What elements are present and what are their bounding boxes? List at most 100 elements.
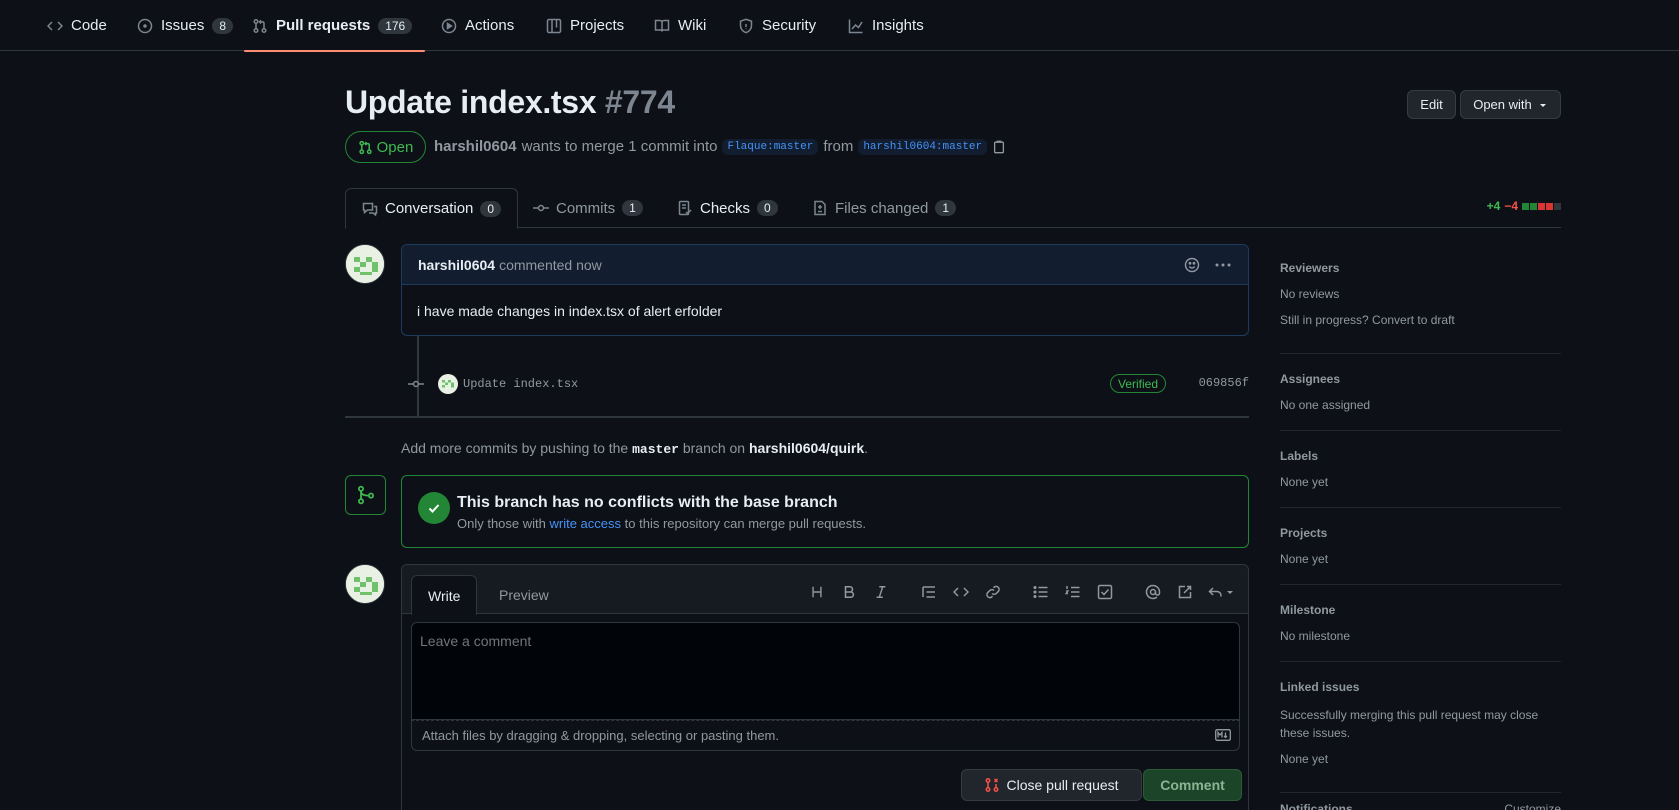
state-label: Open: [376, 138, 414, 156]
head-branch[interactable]: harshil0604:master: [858, 138, 988, 155]
sidebar-milestone: Milestone No milestone: [1280, 600, 1561, 662]
nav-wiki-label: Wiki: [678, 17, 707, 34]
cross-reference-icon[interactable]: [1174, 581, 1196, 603]
merge-text: wants to merge 1 commit into: [521, 138, 718, 155]
play-icon: [441, 18, 457, 34]
commit-avatar[interactable]: [438, 374, 458, 394]
commit-sha[interactable]: 069856f: [1199, 376, 1249, 390]
comment-button[interactable]: Comment: [1143, 769, 1242, 801]
base-branch[interactable]: Flaque:master: [722, 138, 819, 155]
repo-nav: Code Issues 8 Pull requests 176 Actions …: [0, 0, 1679, 52]
page-title: Update index.tsx #774: [345, 84, 675, 121]
sidebar-projects: Projects None yet: [1280, 523, 1561, 585]
tab-commits-count: 1: [622, 200, 643, 216]
projects-title[interactable]: Projects: [1280, 526, 1327, 540]
bold-icon[interactable]: [838, 581, 860, 603]
avatar[interactable]: [345, 564, 385, 604]
mention-icon[interactable]: [1142, 581, 1164, 603]
customize-link[interactable]: Customize: [1504, 802, 1561, 810]
file-diff-icon: [812, 200, 828, 216]
comment-textarea[interactable]: [411, 622, 1240, 720]
diffstat-added: +4: [1486, 199, 1501, 213]
nav-insights[interactable]: Insights: [840, 0, 932, 51]
checklist-icon: [677, 200, 693, 216]
labels-value: None yet: [1280, 475, 1329, 489]
merge-subtitle: Only those with write access to this rep…: [457, 516, 866, 531]
from-text: from: [823, 138, 854, 155]
assignees-value: No one assigned: [1280, 398, 1371, 412]
unordered-list-icon[interactable]: [1030, 581, 1052, 603]
link-icon[interactable]: [982, 581, 1004, 603]
comment-body: i have made changes in index.tsx of aler…: [417, 303, 723, 319]
assignees-title[interactable]: Assignees: [1280, 372, 1340, 386]
kebab-horizontal-icon[interactable]: [1214, 257, 1232, 273]
italic-icon[interactable]: [870, 581, 892, 603]
timeline-divider: [345, 416, 1249, 418]
attach-files-bar[interactable]: Attach files by dragging & dropping, sel…: [411, 720, 1240, 751]
merge-status-box: This branch has no conflicts with the ba…: [401, 475, 1249, 548]
diffstat-bar: [1522, 202, 1561, 210]
hint-repo-link[interactable]: harshil0604/quirk: [749, 440, 864, 456]
projects-value: None yet: [1280, 552, 1329, 566]
comment-header: harshil0604 commented now: [402, 245, 1248, 285]
tasklist-icon[interactable]: [1094, 581, 1116, 603]
commit-row: Update index.tsx Verified 069856f: [408, 372, 1249, 396]
smiley-icon[interactable]: [1184, 257, 1200, 273]
merge-title: This branch has no conflicts with the ba…: [457, 494, 838, 511]
convert-to-draft-link[interactable]: Still in progress? Convert to draft: [1280, 313, 1455, 327]
merge-sub-suffix: to this repository can merge pull reques…: [624, 516, 866, 531]
tab-conversation-label: Conversation: [385, 200, 474, 217]
table-icon: [546, 18, 562, 34]
ordered-list-icon[interactable]: [1062, 581, 1084, 603]
git-pull-request-icon: [252, 18, 268, 34]
heading-icon[interactable]: [806, 581, 828, 603]
edit-button[interactable]: Edit: [1407, 90, 1456, 119]
shield-icon: [738, 18, 754, 34]
code-icon[interactable]: [950, 581, 972, 603]
linked-issues-title[interactable]: Linked issues: [1280, 680, 1359, 694]
linked-issues-value: None yet: [1280, 752, 1329, 766]
nav-code[interactable]: Code: [39, 0, 115, 51]
copy-icon[interactable]: [992, 140, 1006, 154]
book-icon: [654, 18, 670, 34]
nav-issues[interactable]: Issues 8: [129, 0, 241, 51]
pull-requests-counter: 176: [378, 17, 413, 34]
pr-number: #774: [604, 84, 675, 120]
editor-tabs: Write Preview: [402, 565, 1248, 615]
markdown-icon[interactable]: [1215, 729, 1231, 741]
sidebar-notifications: Notifications Customize: [1280, 802, 1561, 810]
tab-commits[interactable]: Commits 1: [517, 188, 659, 228]
milestone-title[interactable]: Milestone: [1280, 603, 1335, 617]
write-access-link[interactable]: write access: [550, 516, 622, 531]
commit-message[interactable]: Update index.tsx: [463, 377, 578, 391]
hint-branch: master: [632, 442, 679, 457]
nav-security[interactable]: Security: [730, 0, 824, 51]
open-with-button[interactable]: Open with: [1460, 90, 1561, 119]
comment-timestamp: commented now: [499, 256, 602, 273]
reviewers-title[interactable]: Reviewers: [1280, 261, 1339, 275]
verified-badge[interactable]: Verified: [1110, 374, 1167, 393]
nav-wiki[interactable]: Wiki: [646, 0, 714, 51]
nav-pull-requests[interactable]: Pull requests 176: [244, 0, 425, 52]
tab-write[interactable]: Write: [411, 575, 478, 615]
comment-discussion-icon: [362, 201, 378, 217]
quote-icon[interactable]: [918, 581, 940, 603]
git-pull-request-closed-icon: [984, 777, 1000, 793]
author-link[interactable]: harshil0604: [434, 138, 517, 155]
labels-title[interactable]: Labels: [1280, 449, 1318, 463]
tab-preview[interactable]: Preview: [483, 575, 565, 615]
close-pull-request-button[interactable]: Close pull request: [961, 769, 1142, 801]
diffstat-removed: −4: [1504, 199, 1518, 213]
avatar[interactable]: [345, 244, 385, 284]
git-merge-icon: [345, 475, 386, 515]
tab-checks[interactable]: Checks 0: [661, 188, 794, 228]
comment-author[interactable]: harshil0604: [418, 257, 495, 273]
nav-projects[interactable]: Projects: [538, 0, 632, 51]
nav-actions-label: Actions: [465, 17, 515, 34]
tab-conversation[interactable]: Conversation 0: [345, 188, 519, 229]
pr-tabs: Conversation 0 Commits 1 Checks 0 Files …: [345, 188, 1561, 229]
reply-icon[interactable]: [1206, 581, 1236, 603]
nav-actions[interactable]: Actions: [433, 0, 522, 51]
tab-files-changed[interactable]: Files changed 1: [796, 188, 972, 228]
tab-checks-count: 0: [757, 200, 778, 216]
